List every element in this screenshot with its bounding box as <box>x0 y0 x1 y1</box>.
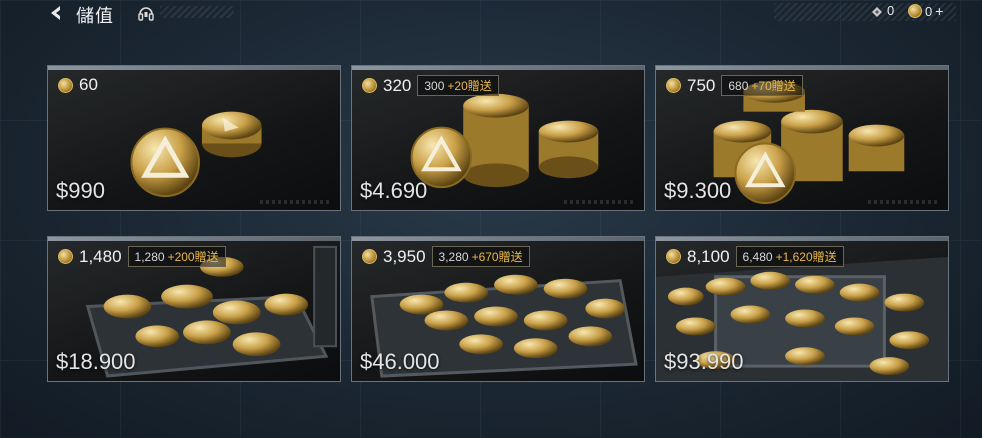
page-title: 儲值 <box>76 6 114 26</box>
coin-amount: 3,950 3,280 +670贈送 <box>362 246 530 267</box>
coin-amount-value: 750 <box>687 75 716 95</box>
price-label: $46.000 <box>360 349 440 374</box>
bonus-base: 1,280 <box>134 249 165 264</box>
fine-print <box>564 200 634 204</box>
coin-icon <box>58 249 73 264</box>
ticket-count: 0 <box>887 3 895 18</box>
ticket-balance: 0 <box>870 3 894 18</box>
coin-icon <box>666 78 681 93</box>
bonus-extra: +200贈送 <box>167 250 219 264</box>
coin-icon <box>908 4 922 18</box>
price-label: $93.990 <box>664 349 744 374</box>
add-currency-button[interactable]: + <box>935 3 943 19</box>
coin-balance: 0 + <box>908 3 943 19</box>
top-bar: 儲值 0 0 + <box>0 0 982 26</box>
coin-icon <box>666 249 681 264</box>
bonus-badge: 680 +70贈送 <box>721 75 803 96</box>
package-card-5[interactable]: 3,950 3,280 +670贈送 $46.000 <box>351 236 645 382</box>
coin-icon <box>362 249 377 264</box>
ticket-icon <box>872 6 882 17</box>
price-label: $9.300 <box>664 178 732 203</box>
bonus-base: 3,280 <box>438 249 469 264</box>
bonus-badge: 1,280 +200贈送 <box>127 246 226 267</box>
bonus-extra: +1,620贈送 <box>775 250 837 264</box>
bonus-badge: 3,280 +670贈送 <box>431 246 530 267</box>
bonus-extra: +670贈送 <box>471 250 523 264</box>
bonus-badge: 300 +20贈送 <box>417 75 499 96</box>
coin-amount: 8,100 6,480 +1,620贈送 <box>666 246 844 267</box>
coin-amount-value: 1,480 <box>79 246 122 266</box>
coin-amount-value: 8,100 <box>687 246 730 266</box>
package-card-2[interactable]: 320 300 +20贈送 $4.690 <box>351 65 645 211</box>
bonus-base: 300 <box>424 78 445 93</box>
coin-amount: 750 680 +70贈送 <box>666 75 803 96</box>
coin-icon <box>362 78 377 93</box>
coin-icon <box>58 77 73 93</box>
package-card-1[interactable]: 60 $990 <box>47 65 341 211</box>
coin-amount: 320 300 +20贈送 <box>362 75 499 96</box>
bonus-badge: 6,480 +1,620贈送 <box>735 246 844 267</box>
headset-icon[interactable] <box>136 3 156 23</box>
coin-amount: 60 <box>58 75 98 95</box>
package-card-4[interactable]: 1,480 1,280 +200贈送 $18.900 <box>47 236 341 382</box>
fine-print <box>868 200 938 204</box>
price-label: $990 <box>56 178 105 203</box>
title-decoration <box>160 6 234 18</box>
coin-amount-value: 320 <box>383 75 412 95</box>
bonus-base: 680 <box>728 78 749 93</box>
bonus-extra: +20贈送 <box>447 79 492 93</box>
coin-amount: 1,480 1,280 +200贈送 <box>58 246 226 267</box>
fine-print <box>260 200 330 204</box>
bonus-base: 6,480 <box>742 249 773 264</box>
package-card-6[interactable]: 8,100 6,480 +1,620贈送 $93.990 <box>655 236 949 382</box>
price-label: $4.690 <box>360 178 428 203</box>
coin-amount-value: 3,950 <box>383 246 426 266</box>
package-card-3[interactable]: 750 680 +70贈送 $9.300 <box>655 65 949 211</box>
coin-count: 0 <box>925 3 933 19</box>
price-label: $18.900 <box>56 349 136 374</box>
back-arrow-icon[interactable] <box>46 3 66 23</box>
coin-amount-value: 60 <box>79 75 98 94</box>
bonus-extra: +70贈送 <box>751 79 796 93</box>
